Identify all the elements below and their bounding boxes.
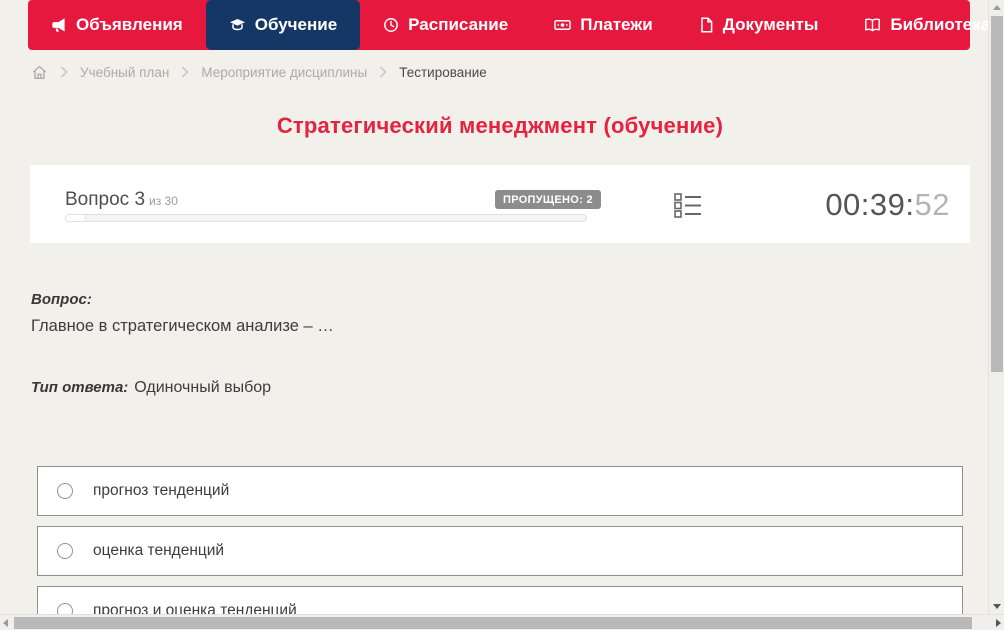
answer-type-row: Тип ответа: Одиночный выбор [31,379,961,397]
home-icon[interactable] [31,64,48,81]
nav-item-payments[interactable]: Платежи [531,0,676,50]
answer-option-1[interactable]: прогноз тенденций [37,466,963,516]
answer-option-2[interactable]: оценка тенденций [37,526,963,576]
scroll-down-arrow-icon[interactable] [993,604,1001,609]
nav-item-library[interactable]: Библиотека [841,0,1004,50]
answer-type-label: Тип ответа: [31,379,129,396]
breadcrumb-item-testing: Тестирование [399,64,487,80]
breadcrumb-item-discipline-event[interactable]: Мероприятие дисциплины [201,65,367,80]
vertical-scrollbar-thumb[interactable] [991,16,1003,372]
radio-button[interactable] [57,483,73,499]
nav-item-label: Библиотека [890,15,991,34]
skipped-badge: ПРОПУЩЕНО: 2 [495,190,601,209]
nav-item-label: Платежи [580,15,653,34]
timer-hours-minutes: 00:39 [825,187,906,222]
nav-item-label: Расписание [408,15,509,34]
question-number: Вопрос 3 из 30 [65,189,178,211]
scroll-up-arrow-icon[interactable] [993,5,1001,10]
scroll-right-arrow-icon[interactable] [996,619,1001,627]
nav-item-learning[interactable]: Обучение [205,0,361,50]
question-header-card: Вопрос 3 из 30 ПРОПУЩЕНО: 2 00:39:52 [30,165,970,243]
nav-item-schedule[interactable]: Расписание [360,0,531,50]
question-total-label: из 30 [149,194,178,208]
megaphone-icon [51,17,67,33]
nav-item-label: Обучение [254,15,338,34]
answer-options: прогноз тенденций оценка тенденций прогн… [37,466,963,630]
answer-type-value: Одиночный выбор [134,379,272,396]
question-progress-fill [66,215,86,221]
scroll-left-arrow-icon[interactable] [3,619,8,627]
document-icon [699,17,714,33]
question-progress-bar [65,214,587,222]
horizontal-scrollbar-thumb[interactable] [14,617,972,629]
question-list-icon[interactable] [674,191,702,224]
open-book-icon [864,17,881,33]
question-number-label: Вопрос 3 [65,189,146,210]
timer-colon: : [905,187,915,222]
nav-item-documents[interactable]: Документы [676,0,842,50]
clock-icon [383,17,399,33]
vertical-scrollbar[interactable] [988,0,1004,614]
page-viewport: Объявления Обучение Расписание Платежи Д… [0,0,1004,630]
graduation-cap-icon [229,17,246,33]
nav-item-label: Документы [722,15,819,34]
timer: 00:39:52 [825,187,950,223]
horizontal-scrollbar[interactable] [0,614,1004,630]
question-body: Вопрос: Главное в стратегическом анализе… [31,291,961,397]
radio-button[interactable] [57,543,73,559]
answer-option-label: оценка тенденций [93,542,225,559]
timer-seconds: 52 [914,187,950,222]
question-label: Вопрос: [31,291,92,308]
page-title: Стратегический менеджмент (обучение) [276,113,724,138]
banknote-icon [554,17,571,33]
main-nav: Объявления Обучение Расписание Платежи Д… [28,0,990,50]
nav-item-announcements[interactable]: Объявления [28,0,206,50]
breadcrumb-item-study-plan[interactable]: Учебный план [80,65,169,80]
answer-option-label: прогноз тенденций [93,482,230,499]
breadcrumb: Учебный план Мероприятие дисциплины Тест… [31,62,487,82]
chevron-right-icon [379,66,387,78]
chevron-right-icon [60,66,68,78]
nav-item-label: Объявления [76,15,183,34]
question-text: Главное в стратегическом анализе – … [31,317,334,335]
chevron-right-icon [181,66,189,78]
